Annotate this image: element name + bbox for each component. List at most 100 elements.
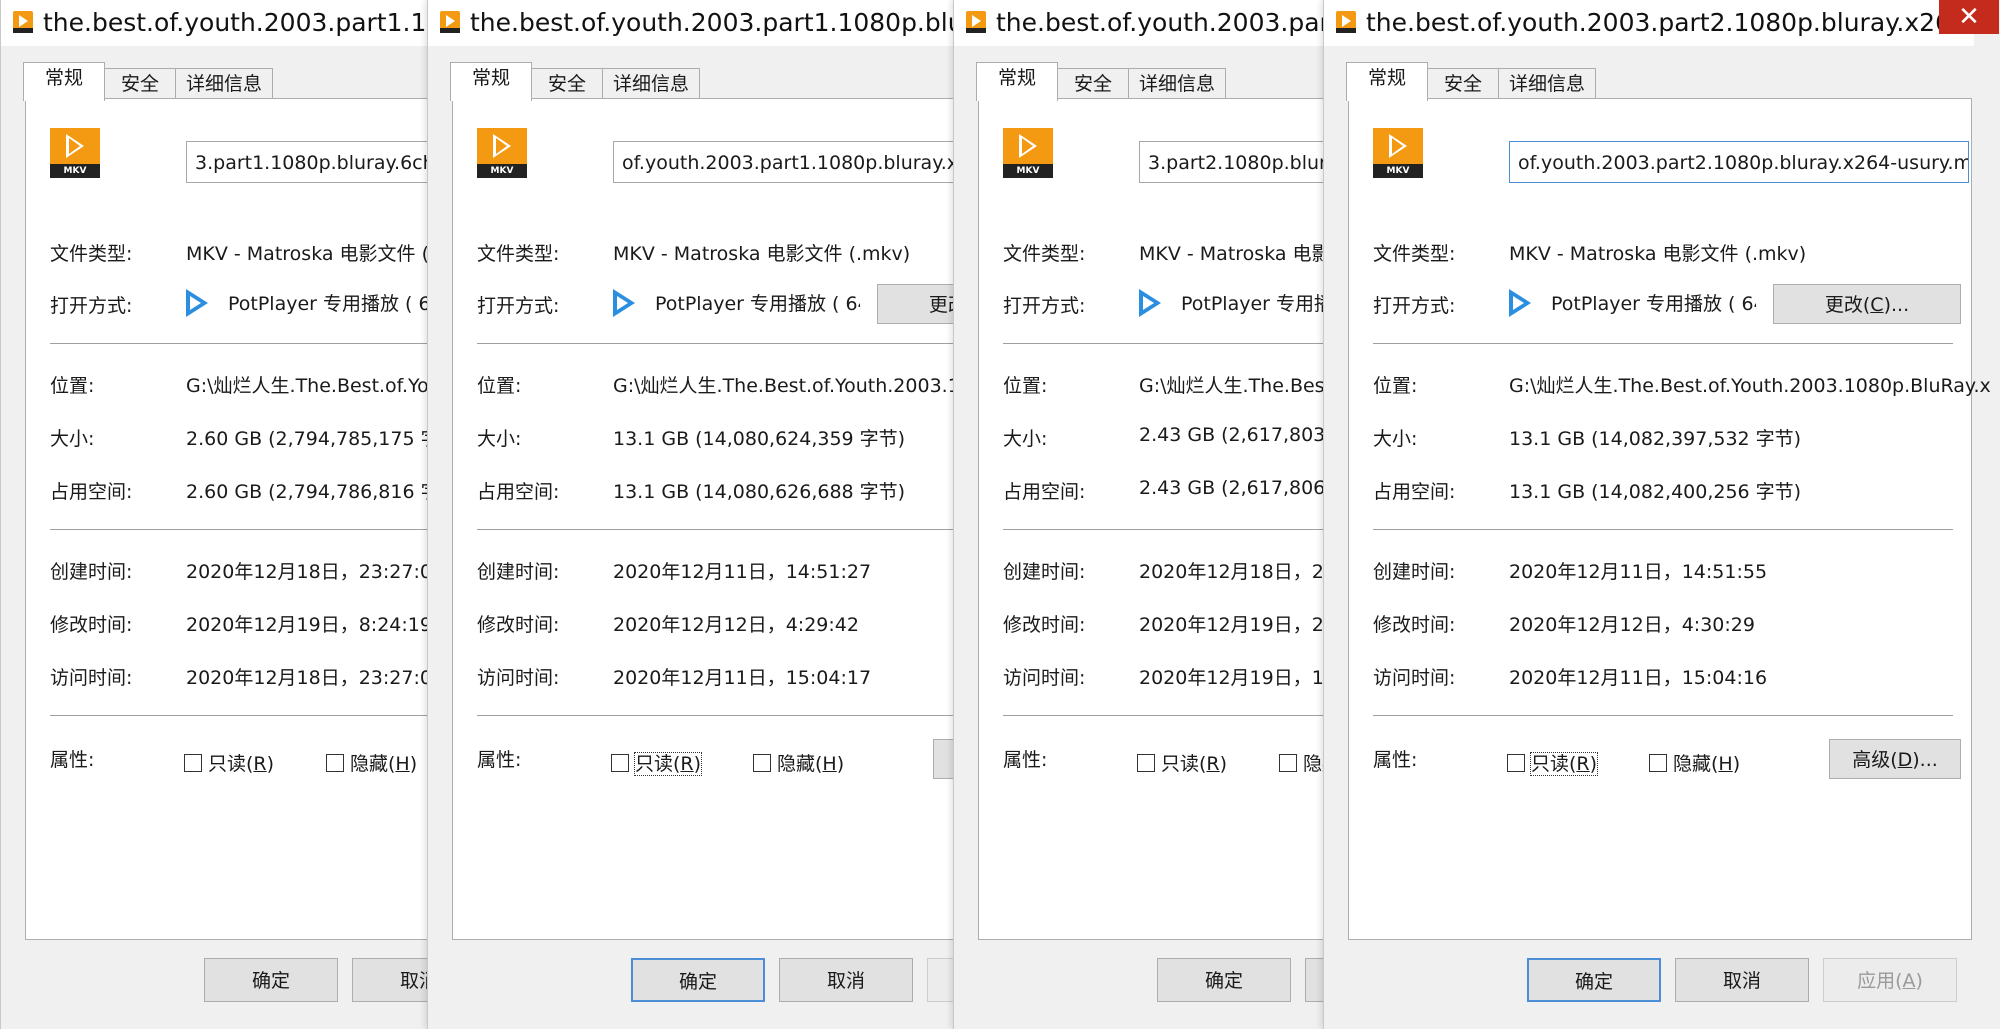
advanced-button[interactable]: 高级(D)...: [1829, 739, 1961, 779]
modified-label: 修改时间:: [477, 614, 560, 636]
location-value: G:\灿烂人生.The.Best.of.Youth.2003.1080p.Blu…: [1509, 375, 1991, 397]
cancel-button[interactable]: 取消: [1305, 958, 1324, 1002]
tab-general[interactable]: 常规: [976, 62, 1058, 101]
potplayer-icon: [186, 289, 210, 317]
tab-general[interactable]: 常规: [450, 62, 532, 101]
size-value: 2.60 GB (2,794,785,175 字节): [186, 428, 428, 450]
hidden-checkbox[interactable]: 隐藏(H): [753, 749, 844, 776]
file-type-value: MKV - Matroska 电影文件 (.mkv): [613, 243, 911, 265]
title-bar[interactable]: the.best.of.youth.2003.part2.1080p.blura…: [954, 0, 1324, 46]
separator: [1373, 529, 1953, 530]
mkv-file-icon: [440, 11, 460, 33]
ok-button[interactable]: 确定: [1157, 958, 1291, 1002]
general-panel: MKV of.youth.2003.part2.1080p.bluray.x26…: [1348, 98, 1991, 940]
checkbox-box[interactable]: [1649, 754, 1667, 772]
tab-details[interactable]: 详细信息: [1498, 68, 1596, 99]
created-value: 2020年12月18日，23:27:08: [186, 561, 429, 583]
hidden-checkbox[interactable]: 隐藏(H): [1649, 749, 1740, 776]
tab-security[interactable]: 安全: [1056, 68, 1130, 99]
checkbox-box[interactable]: [326, 754, 344, 772]
readonly-checkbox[interactable]: 只读(R): [611, 749, 703, 776]
apply-button[interactable]: 应用(A): [1823, 958, 1957, 1002]
created-value: 2020年12月18日，23: [1139, 561, 1325, 583]
location-value: G:\灿烂人生.The.Best.of.Youth.2003.1080p.Blu…: [613, 375, 954, 397]
open-with-label: 打开方式:: [1003, 295, 1086, 317]
tab-details[interactable]: 详细信息: [602, 68, 700, 99]
cancel-button[interactable]: 取消: [1675, 958, 1809, 1002]
general-panel: MKV of.youth.2003.part1.1080p.bluray.x26…: [452, 98, 954, 940]
created-value: 2020年12月11日，14:51:55: [1509, 561, 1768, 583]
mkv-large-icon: MKV: [1003, 128, 1053, 178]
window-title: the.best.of.youth.2003.part1.1080p.blura…: [43, 8, 428, 37]
tab-security[interactable]: 安全: [1426, 68, 1500, 99]
location-label: 位置:: [1373, 375, 1418, 397]
file-type-value: MKV - Matroska 电影文件 (.mkv): [1139, 243, 1324, 265]
mkv-large-icon: MKV: [50, 128, 100, 178]
size-label: 大小:: [1003, 428, 1048, 450]
size-on-disk-label: 占用空间:: [50, 481, 133, 503]
apply-button[interactable]: 应用(A): [927, 958, 954, 1002]
readonly-label: 只读(R): [208, 753, 275, 775]
created-label: 创建时间:: [1373, 561, 1456, 583]
checkbox-box[interactable]: [1279, 754, 1297, 772]
separator: [1003, 343, 1324, 344]
title-bar[interactable]: the.best.of.youth.2003.part1.1080p.blura…: [1, 0, 428, 46]
filename-input[interactable]: 3.part2.1080p.bluray: [1139, 141, 1324, 183]
checkbox-box[interactable]: [611, 754, 629, 772]
ok-button[interactable]: 确定: [631, 958, 765, 1002]
change-button[interactable]: 更改(C)...: [877, 284, 954, 324]
size-on-disk-value: 2.43 GB (2,617,806,8: [1139, 477, 1325, 499]
open-with-app-name: PotPlayer 专用播放 ( 64: [655, 293, 860, 315]
size-label: 大小:: [1373, 428, 1418, 450]
size-value: 13.1 GB (14,080,624,359 字节): [613, 428, 906, 450]
checkbox-box[interactable]: [753, 754, 771, 772]
checkbox-box[interactable]: [184, 754, 202, 772]
properties-window: the.best.of.youth.2003.part1.1080p.blura…: [427, 0, 955, 1029]
readonly-checkbox[interactable]: 只读(R): [184, 749, 274, 776]
cancel-button[interactable]: 取消: [779, 958, 913, 1002]
tab-details[interactable]: 详细信息: [1128, 68, 1226, 99]
advanced-button[interactable]: 高级(D)...: [933, 739, 954, 779]
checkbox-box[interactable]: [1507, 754, 1525, 772]
readonly-checkbox[interactable]: 只读(R): [1137, 749, 1227, 776]
tab-security[interactable]: 安全: [103, 68, 177, 99]
change-button[interactable]: 更改(C)...: [1773, 284, 1961, 324]
ok-button[interactable]: 确定: [204, 958, 338, 1002]
checkbox-box[interactable]: [1137, 754, 1155, 772]
close-button[interactable]: ✕: [1939, 0, 1999, 34]
modified-value: 2020年12月19日，2:1: [1139, 614, 1325, 636]
separator: [1003, 715, 1324, 716]
attributes-label: 属性:: [1373, 749, 1418, 771]
file-type-label: 文件类型:: [477, 243, 560, 265]
potplayer-icon: [1139, 289, 1163, 317]
size-on-disk-label: 占用空间:: [1373, 481, 1456, 503]
location-label: 位置:: [50, 375, 95, 397]
filename-input[interactable]: 3.part1.1080p.bluray.6ch.h: [186, 141, 428, 183]
potplayer-icon: [1509, 289, 1533, 317]
open-with-label: 打开方式:: [50, 295, 133, 317]
attributes-label: 属性:: [50, 749, 95, 771]
size-on-disk-value: 2.60 GB (2,794,786,816 字节): [186, 481, 428, 503]
accessed-label: 访问时间:: [50, 667, 133, 689]
window-title: the.best.of.youth.2003.part2.1080p.blura…: [996, 8, 1324, 37]
general-panel: MKV 3.part2.1080p.bluray 文件类型: MKV - Mat…: [978, 98, 1325, 940]
filename-input[interactable]: of.youth.2003.part2.1080p.bluray.x264-us…: [1509, 141, 1969, 183]
mkv-file-icon: [13, 11, 33, 33]
filename-input[interactable]: of.youth.2003.part1.1080p.bluray.x264: [613, 141, 954, 183]
readonly-checkbox[interactable]: 只读(R): [1507, 749, 1599, 776]
separator: [1373, 343, 1953, 344]
tab-security[interactable]: 安全: [530, 68, 604, 99]
mkv-large-icon: MKV: [477, 128, 527, 178]
tab-general[interactable]: 常规: [1346, 62, 1428, 101]
cancel-button[interactable]: 取消: [352, 958, 428, 1002]
properties-window: the.best.of.youth.2003.part2.1080p.blura…: [1323, 0, 2000, 1029]
title-bar[interactable]: the.best.of.youth.2003.part1.1080p.blura…: [428, 0, 954, 46]
tab-general[interactable]: 常规: [23, 62, 105, 101]
hidden-checkbox[interactable]: 隐藏(H): [1279, 749, 1324, 776]
title-bar[interactable]: the.best.of.youth.2003.part2.1080p.blura…: [1324, 0, 2000, 46]
hidden-checkbox[interactable]: 隐藏(H): [326, 749, 417, 776]
ok-button[interactable]: 确定: [1527, 958, 1661, 1002]
tab-details[interactable]: 详细信息: [175, 68, 273, 99]
readonly-label: 只读(R): [633, 752, 703, 776]
accessed-value: 2020年12月18日，23:27:08: [186, 667, 429, 689]
